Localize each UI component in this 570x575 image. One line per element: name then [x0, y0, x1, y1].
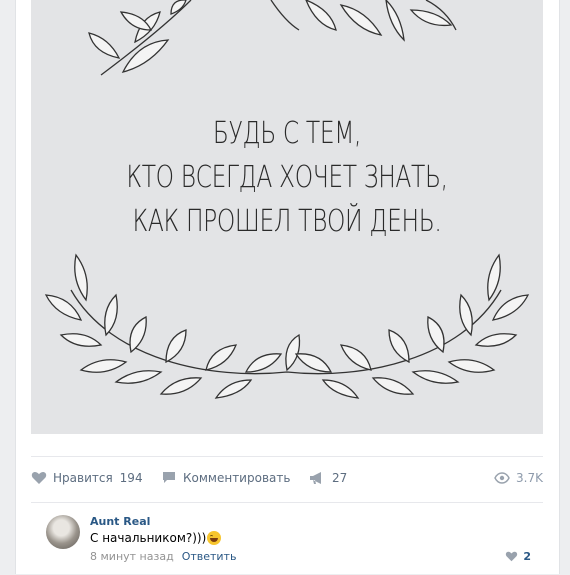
comment-time[interactable]: 8 минут назад — [90, 550, 174, 563]
comment-text: С начальником?))) — [90, 531, 222, 545]
comment-text-body: С начальником?))) — [90, 531, 207, 545]
quote-line: КТО ВСЕГДА ХОЧЕТ ЗНАТЬ, — [126, 160, 448, 195]
quote-text: БУДЬ С ТЕМ, КТО ВСЕГДА ХОЧЕТ ЗНАТЬ, КАК … — [87, 112, 486, 244]
post-actions-bar: Нравится 194 Комментировать 27 3.7K — [31, 456, 543, 501]
views-counter: 3.7K — [494, 471, 543, 485]
comment-label: Комментировать — [183, 471, 291, 485]
comment-button[interactable]: Комментировать — [161, 471, 290, 485]
share-button[interactable]: 27 — [309, 471, 347, 485]
quote-line: БУДЬ С ТЕМ, — [212, 116, 362, 151]
heart-icon — [506, 551, 518, 562]
eye-icon — [494, 472, 510, 484]
avatar[interactable] — [46, 515, 80, 549]
views-count: 3.7K — [516, 471, 543, 485]
like-button[interactable]: Нравится 194 — [31, 471, 143, 485]
comment-author[interactable]: Aunt Real — [90, 515, 150, 528]
comment-icon — [163, 472, 175, 483]
comment-meta: 8 минут назад Ответить — [90, 550, 236, 563]
post-image[interactable]: БУДЬ С ТЕМ, КТО ВСЕГДА ХОЧЕТ ЗНАТЬ, КАК … — [31, 0, 543, 434]
megaphone-icon — [310, 472, 321, 484]
laughing-emoji-icon — [207, 531, 222, 545]
like-count: 194 — [119, 471, 143, 485]
post-card: БУДЬ С ТЕМ, КТО ВСЕГДА ХОЧЕТ ЗНАТЬ, КАК … — [15, 0, 560, 574]
quote-line: КАК ПРОШЕЛ ТВОЙ ДЕНЬ. — [132, 204, 442, 239]
like-label: Нравится — [53, 471, 113, 485]
comment-item: Aunt Real С начальником?))) 8 минут наза… — [31, 502, 543, 575]
reply-link[interactable]: Ответить — [182, 550, 237, 563]
comment-like-count: 2 — [523, 550, 531, 563]
comment-like-button[interactable]: 2 — [505, 550, 531, 563]
share-count: 27 — [332, 471, 348, 485]
heart-icon — [31, 471, 47, 484]
